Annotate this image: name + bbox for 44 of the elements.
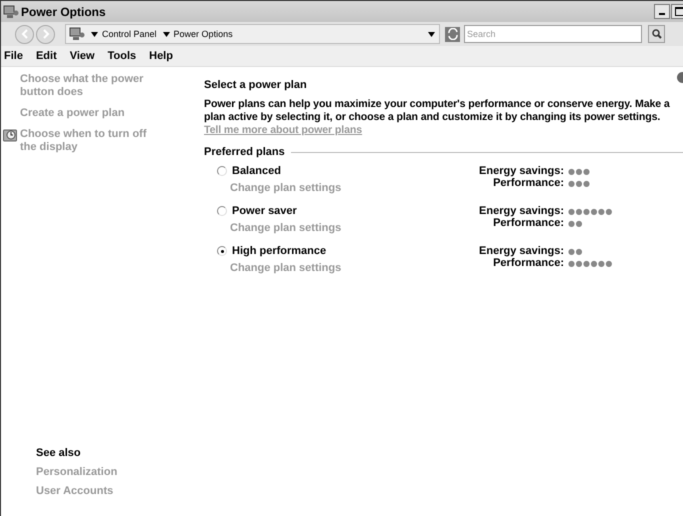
menu-item[interactable]: Edit xyxy=(36,50,57,62)
menu-item[interactable]: File xyxy=(4,50,23,62)
menu-item[interactable]: Tools xyxy=(108,50,136,62)
computer-icon xyxy=(3,4,19,18)
clock-icon xyxy=(3,129,17,142)
caret-icon[interactable] xyxy=(162,32,170,36)
rating-label: Energy savings: xyxy=(478,165,564,177)
search-field[interactable]: Search xyxy=(464,25,642,43)
radio-button[interactable] xyxy=(217,246,227,256)
page-heading: Select a power plan xyxy=(204,79,308,91)
plan-name[interactable]: Power saver xyxy=(232,205,297,217)
radio-button[interactable] xyxy=(217,166,227,176)
rating-label: Energy savings: xyxy=(478,205,564,217)
computer-icon xyxy=(69,27,85,41)
minimize-icon xyxy=(659,13,665,15)
window-title: Power Options xyxy=(21,4,107,18)
caret-icon[interactable] xyxy=(91,32,98,36)
radio-button[interactable] xyxy=(217,206,227,216)
rating-dots: ●●●●●● xyxy=(568,206,613,216)
address-field[interactable]: Control Panel Power Options xyxy=(65,24,440,44)
rating-label: Energy savings: xyxy=(478,245,564,257)
rating-label: Performance: xyxy=(492,217,564,229)
see-also-heading: See also xyxy=(35,447,82,459)
maximize-button[interactable] xyxy=(671,4,683,19)
rating-dots: ●●●●●● xyxy=(568,258,613,268)
refresh-button[interactable] xyxy=(445,26,460,42)
search-icon xyxy=(652,29,662,39)
menu-item[interactable]: View xyxy=(70,50,95,62)
menu-item[interactable]: Help xyxy=(149,50,173,62)
refresh-icon xyxy=(446,28,458,40)
rating-dots: ●● xyxy=(568,218,583,228)
rating-dots: ●●● xyxy=(568,166,590,176)
group-title: Preferred plans xyxy=(204,146,285,158)
plan-name[interactable]: High performance xyxy=(232,245,326,257)
rating-dots: ●●● xyxy=(568,178,590,188)
rating-label: Performance: xyxy=(492,177,564,189)
rating-label: Performance: xyxy=(492,257,564,269)
dropdown-caret-icon[interactable] xyxy=(428,32,435,36)
maximize-icon xyxy=(674,7,683,16)
rating-dots: ●● xyxy=(568,246,583,256)
description-text: Power plans can help you maximize your computer's performance or conserve energy. Make a plan active by selecting it, or choose a plan and customize it by changing its power settings. Tell me more about power plans xyxy=(204,98,671,137)
plan-name[interactable]: Balanced xyxy=(232,165,281,177)
minimize-button[interactable] xyxy=(654,4,670,19)
search-button[interactable] xyxy=(648,25,665,43)
